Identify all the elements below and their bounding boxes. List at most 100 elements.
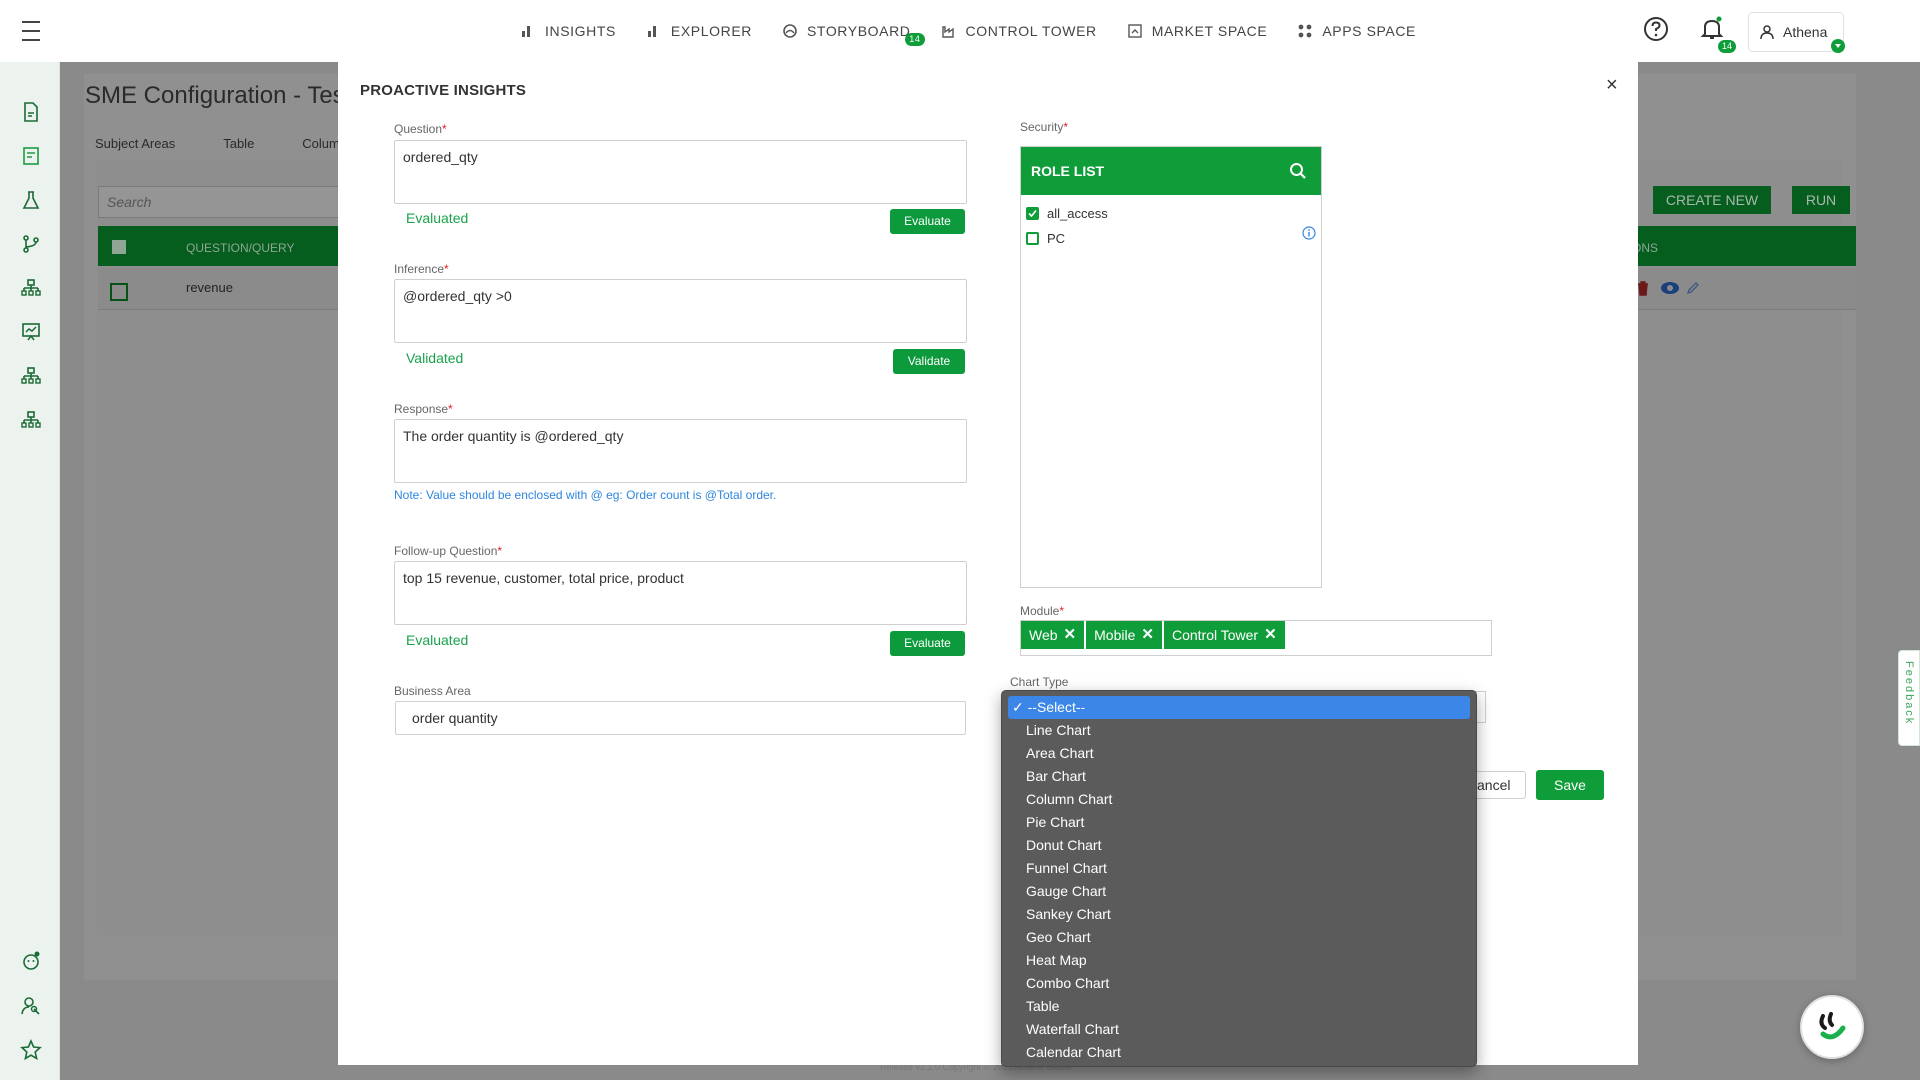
nav-market-space[interactable]: MARKET SPACE xyxy=(1127,23,1268,39)
module-label: Module* xyxy=(1020,604,1064,618)
followup-status: Evaluated xyxy=(406,632,469,648)
nav-explorer[interactable]: EXPLORER xyxy=(646,23,752,39)
user-name: Athena xyxy=(1783,24,1828,40)
ai-assistant-icon[interactable] xyxy=(20,950,42,972)
role-list-title: ROLE LIST xyxy=(1031,163,1105,179)
module-tag-control-tower: Control Tower ✕ xyxy=(1163,621,1285,649)
role-checkbox-checked[interactable] xyxy=(1026,207,1039,220)
module-tag-label: Mobile xyxy=(1094,627,1136,643)
user-menu[interactable]: Athena xyxy=(1748,12,1844,52)
nav-insights[interactable]: INSIGHTS xyxy=(520,23,616,39)
header-checkbox[interactable] xyxy=(112,240,126,254)
header-question-query: QUESTION/QUERY xyxy=(186,241,295,255)
dropdown-option[interactable]: Funnel Chart xyxy=(1008,857,1470,880)
user-dropdown-icon[interactable] xyxy=(1831,39,1845,53)
remove-tag-icon[interactable]: ✕ xyxy=(1064,621,1077,649)
info-icon[interactable] xyxy=(1302,226,1316,240)
remove-tag-icon[interactable]: ✕ xyxy=(1141,621,1154,649)
row-checkbox[interactable] xyxy=(110,283,128,301)
role-checkbox[interactable] xyxy=(1026,232,1039,245)
role-item[interactable]: PC xyxy=(1026,231,1065,246)
business-area-input[interactable]: order quantity xyxy=(395,701,966,735)
followup-textarea[interactable]: top 15 revenue, customer, total price, p… xyxy=(394,561,967,625)
dropdown-option[interactable]: Waterfall Chart xyxy=(1008,1018,1470,1041)
hierarchy-icon[interactable] xyxy=(20,277,42,299)
dropdown-option[interactable]: Geo Chart xyxy=(1008,926,1470,949)
dropdown-option[interactable]: Bar Chart xyxy=(1008,765,1470,788)
nav-insights-label: INSIGHTS xyxy=(545,23,616,39)
document-icon[interactable] xyxy=(20,101,42,123)
presentation-icon[interactable] xyxy=(20,321,42,343)
dropdown-option-selected[interactable]: ✓ --Select-- xyxy=(1008,696,1470,719)
dropdown-option[interactable]: Calendar Chart xyxy=(1008,1041,1470,1064)
branch-icon[interactable] xyxy=(20,233,42,255)
evaluate-question-button[interactable]: Evaluate xyxy=(890,209,965,234)
tab-subject-areas[interactable]: Subject Areas xyxy=(95,136,175,151)
tab-table[interactable]: Table xyxy=(223,136,254,151)
validate-inference-button[interactable]: Validate xyxy=(893,349,965,374)
dropdown-option[interactable]: Line Chart xyxy=(1008,719,1470,742)
create-new-button[interactable]: CREATE NEW xyxy=(1653,186,1771,214)
background-tabs: Subject Areas Table Colum xyxy=(95,136,340,151)
star-icon[interactable] xyxy=(20,1039,42,1061)
nav-control-tower[interactable]: CONTROL TOWER xyxy=(941,23,1097,39)
dropdown-option[interactable]: Heat Map xyxy=(1008,949,1470,972)
dropdown-option[interactable]: Table xyxy=(1008,995,1470,1018)
required-mark: * xyxy=(1059,604,1065,618)
background-search-input[interactable]: Search xyxy=(98,186,348,218)
role-item[interactable]: all_access xyxy=(1026,206,1108,221)
evaluate-followup-button[interactable]: Evaluate xyxy=(890,631,965,656)
dropdown-option[interactable]: Sankey Chart xyxy=(1008,903,1470,926)
inference-status: Validated xyxy=(406,350,464,366)
nav-apps-space[interactable]: APPS SPACE xyxy=(1297,23,1416,39)
required-mark: * xyxy=(448,402,453,416)
response-textarea[interactable]: The order quantity is @ordered_qty xyxy=(394,419,967,483)
dropdown-option[interactable]: Donut Chart xyxy=(1008,834,1470,857)
main-nav: INSIGHTS EXPLORER STORYBOARD 14 CONTROL … xyxy=(520,0,1416,62)
tab-column[interactable]: Colum xyxy=(302,136,340,151)
nav-control-tower-label: CONTROL TOWER xyxy=(965,23,1097,39)
chat-assistant-button[interactable] xyxy=(1800,995,1864,1059)
background-page-title: SME Configuration - Tes xyxy=(85,82,345,109)
dropdown-option[interactable]: Combo Chart xyxy=(1008,972,1470,995)
view-eye-icon[interactable] xyxy=(1660,281,1680,295)
explorer-icon xyxy=(647,26,656,37)
dropdown-option[interactable]: Pie Chart xyxy=(1008,811,1470,834)
run-button[interactable]: RUN xyxy=(1792,186,1850,214)
selected-check-icon: ✓ xyxy=(1012,699,1028,715)
notification-bell-icon[interactable] xyxy=(1700,16,1724,42)
storyboard-icon xyxy=(783,24,797,38)
org-chart-icon[interactable] xyxy=(20,365,42,387)
network-icon[interactable] xyxy=(20,409,42,431)
search-icon[interactable] xyxy=(1289,162,1307,180)
dropdown-option[interactable]: Column Chart xyxy=(1008,788,1470,811)
delete-icon[interactable] xyxy=(1636,280,1650,296)
report-icon[interactable] xyxy=(20,145,42,167)
flask-icon[interactable] xyxy=(20,189,42,211)
module-tag-label: Web xyxy=(1029,627,1058,643)
nav-storyboard[interactable]: STORYBOARD 14 xyxy=(782,23,925,46)
close-icon[interactable]: × xyxy=(1606,74,1618,97)
edit-icon[interactable] xyxy=(1686,281,1700,295)
question-textarea[interactable]: ordered_qty xyxy=(394,140,967,204)
feedback-label: Feedback xyxy=(1903,661,1915,726)
help-icon[interactable] xyxy=(1643,16,1669,42)
question-status: Evaluated xyxy=(406,210,469,226)
remove-tag-icon[interactable]: ✕ xyxy=(1264,621,1277,649)
notification-badge: 14 xyxy=(1718,40,1737,53)
dropdown-option-label: --Select-- xyxy=(1027,699,1086,715)
feedback-tab[interactable]: Feedback xyxy=(1898,650,1920,746)
save-button[interactable]: Save xyxy=(1536,770,1604,800)
required-mark: * xyxy=(1063,120,1069,134)
inference-textarea[interactable]: @ordered_qty >0 xyxy=(394,279,967,343)
role-name: all_access xyxy=(1047,206,1108,221)
dropdown-option[interactable]: Gauge Chart xyxy=(1008,880,1470,903)
nav-storyboard-label: STORYBOARD xyxy=(806,23,911,39)
chart-type-label: Chart Type xyxy=(1010,675,1069,689)
user-search-icon[interactable] xyxy=(20,995,42,1017)
hamburger-menu-icon[interactable] xyxy=(18,18,46,44)
response-note: Note: Value should be enclosed with @ eg… xyxy=(394,488,777,502)
question-label-text: Question xyxy=(394,122,443,136)
response-label: Response* xyxy=(394,402,453,416)
dropdown-option[interactable]: Area Chart xyxy=(1008,742,1470,765)
